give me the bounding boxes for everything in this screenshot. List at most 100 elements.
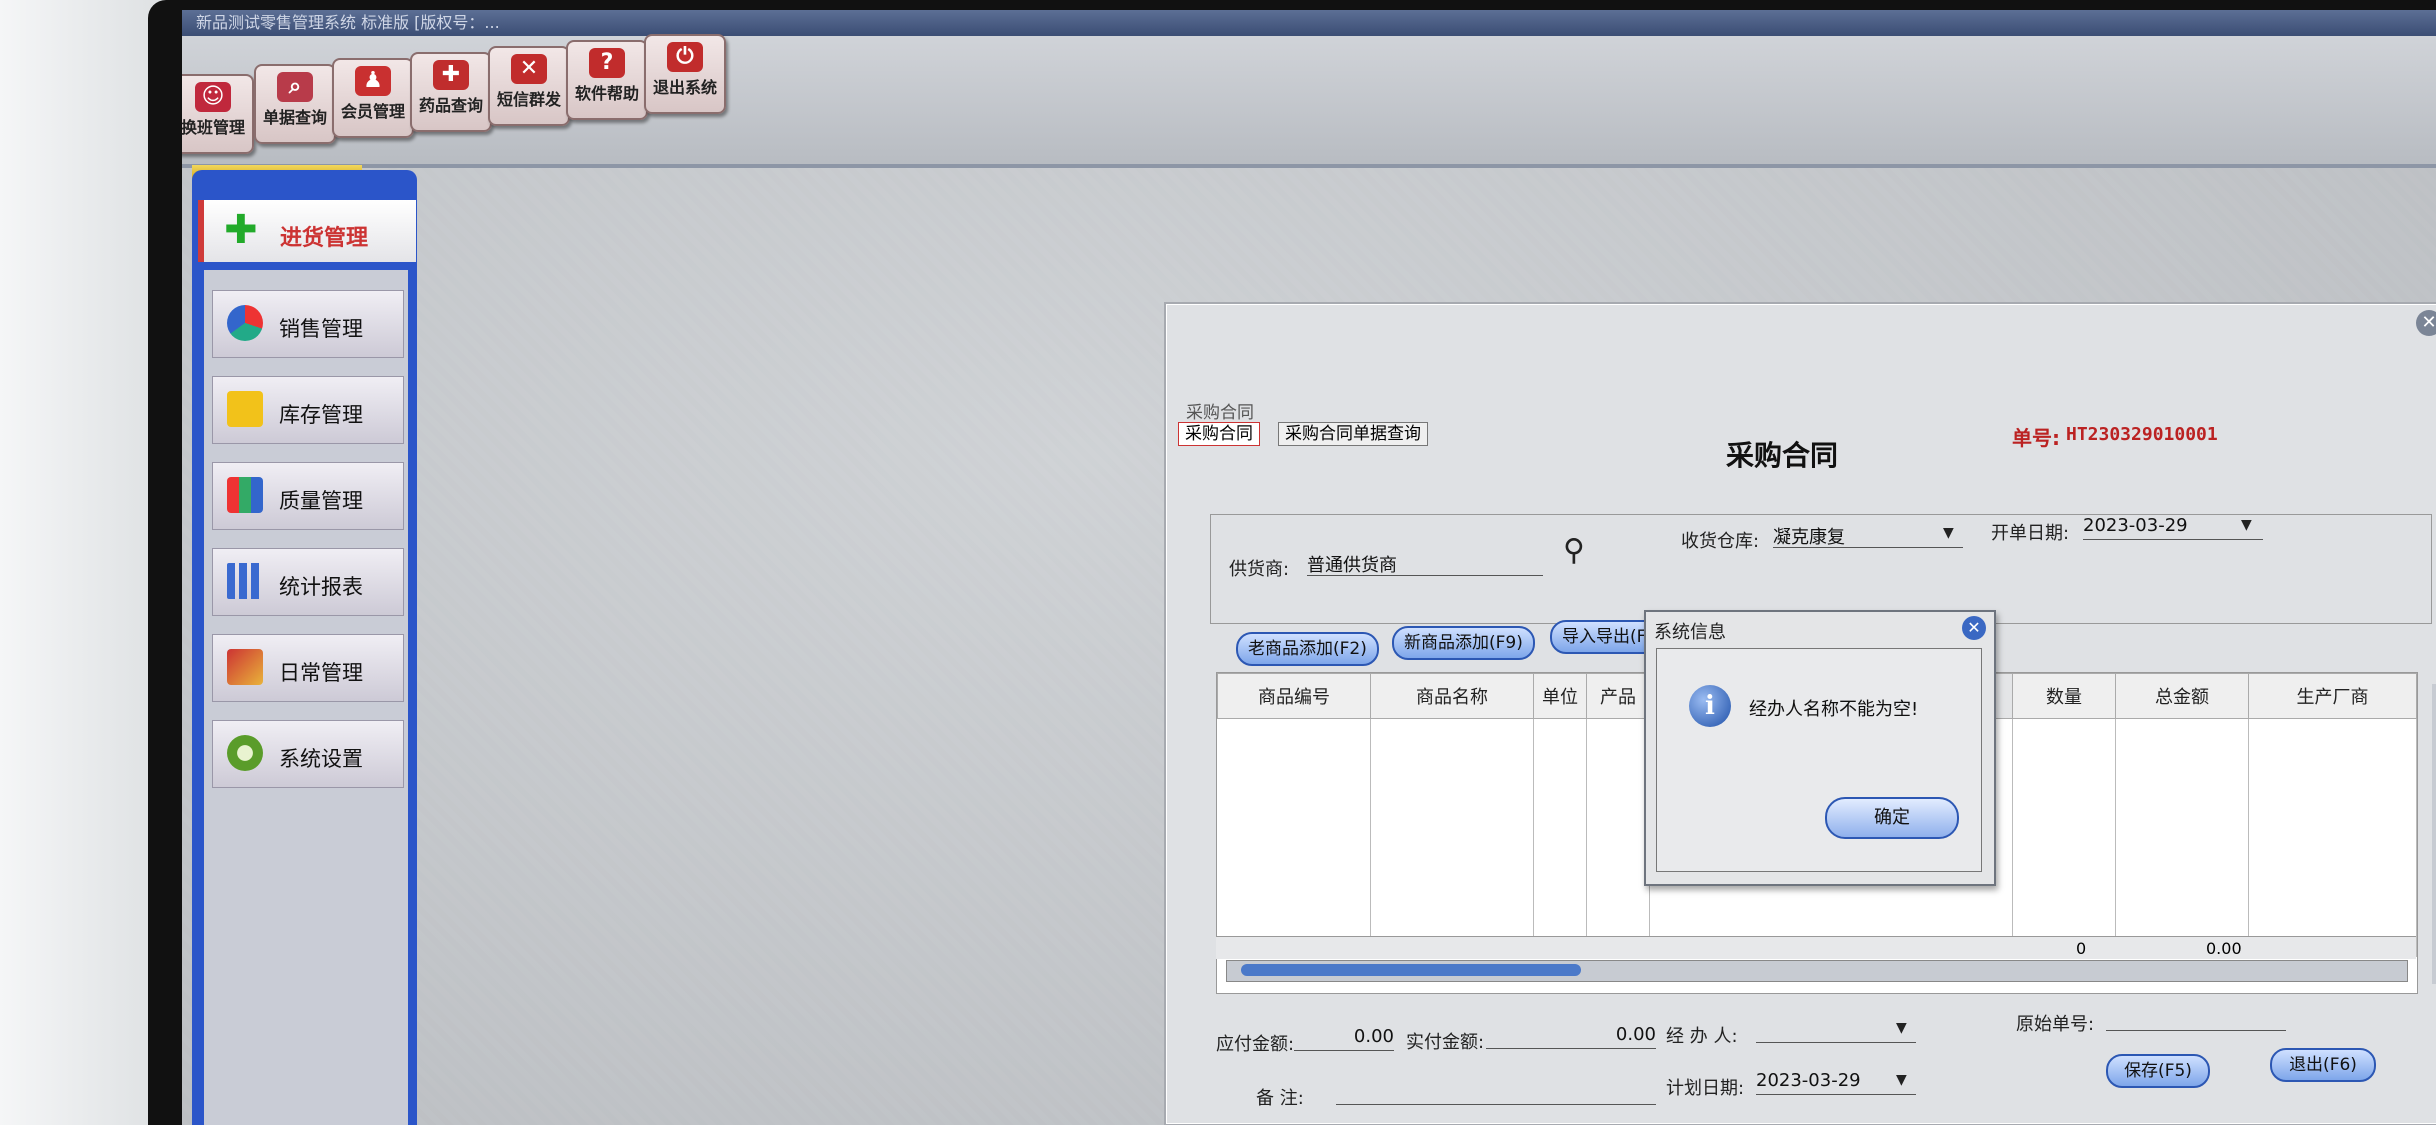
tab-purchase-contract[interactable]: 采购合同 xyxy=(1178,422,1260,446)
tools-icon xyxy=(227,649,263,685)
table-cell[interactable] xyxy=(2115,718,2249,957)
old-item-add-button[interactable]: 老商品添加(F2) xyxy=(1236,632,1379,666)
doc-number: HT230329010001 xyxy=(2066,424,2218,445)
summary-row: 0 0.00 xyxy=(1216,936,2416,959)
column-header[interactable]: 数量 xyxy=(2012,673,2116,719)
dialog-title: 系统信息 xyxy=(1654,622,1726,643)
column-header[interactable]: 单位 xyxy=(1533,673,1587,719)
remark-field[interactable] xyxy=(1336,1080,1656,1105)
window-title: 采购合同 xyxy=(1186,403,1254,423)
sidebar-panel: 销售管理 库存管理 质量管理 统计报表 日常管理 系统设置 xyxy=(204,270,408,1125)
gear-icon xyxy=(227,735,263,771)
main-toolbar: ☺ 换班管理 ⌕ 单据查询 ♟ 会员管理 ✚ 药品查询 ✕ 短信群发 ? 软件帮… xyxy=(182,34,2436,168)
toolbar-medicine-button[interactable]: ✚ 药品查询 xyxy=(410,52,492,132)
supplier-label: 供货商: xyxy=(1229,559,1290,580)
toolbar-button-label: 药品查询 xyxy=(418,96,483,115)
table-cell[interactable] xyxy=(1533,718,1587,957)
warehouse-select[interactable]: 凝克康复 xyxy=(1773,523,1963,548)
ok-button[interactable]: 确定 xyxy=(1825,797,1959,839)
table-cell[interactable] xyxy=(1586,718,1650,957)
toolbar-button-label: 换班管理 xyxy=(182,118,245,137)
horizontal-scrollbar[interactable] xyxy=(1226,960,2408,982)
plus-icon: ✚ xyxy=(224,207,258,253)
system-info-dialog: 系统信息 ✕ i 经办人名称不能为空! 确定 xyxy=(1644,610,1996,886)
toolbar-button-label: 会员管理 xyxy=(340,102,405,121)
cubes-icon xyxy=(227,477,263,513)
tab-contract-query[interactable]: 采购合同单据查询 xyxy=(1278,422,1428,446)
exit-button[interactable]: 退出(F6) xyxy=(2270,1048,2376,1082)
chevron-down-icon[interactable]: ▼ xyxy=(1943,525,1954,541)
pie-chart-icon xyxy=(227,305,263,341)
paid-field[interactable]: 0.00 xyxy=(1486,1024,1656,1049)
sidebar-item-reports[interactable]: 统计报表 xyxy=(212,548,404,616)
scrollbar-thumb[interactable] xyxy=(1241,964,1581,976)
save-button[interactable]: 保存(F5) xyxy=(2106,1054,2210,1088)
close-icon[interactable]: ✕ xyxy=(1962,616,1986,640)
chevron-down-icon[interactable]: ▼ xyxy=(1896,1020,1907,1036)
toolbar-doc-query-button[interactable]: ⌕ 单据查询 xyxy=(254,64,336,144)
doc-number-label: 单号: xyxy=(2012,426,2060,450)
toolbar-shift-button[interactable]: ☺ 换班管理 xyxy=(182,74,254,154)
orig-no-label: 原始单号: xyxy=(2016,1014,2095,1035)
close-icon[interactable]: ✕ xyxy=(2416,310,2436,336)
app-screen: 新品测试零售管理系统 标准版 [版权号：... ☺ 换班管理 ⌕ 单据查询 ♟ … xyxy=(182,10,2436,1125)
sidebar-item-label: 质量管理 xyxy=(279,489,363,513)
sidebar-item-label: 库存管理 xyxy=(279,403,363,427)
sidebar-item-label: 日常管理 xyxy=(279,661,363,685)
chevron-down-icon[interactable]: ▼ xyxy=(2241,517,2252,533)
help-icon: ? xyxy=(589,48,625,78)
search-doc-icon: ⌕ xyxy=(277,72,313,102)
chevron-down-icon[interactable]: ▼ xyxy=(1896,1072,1907,1088)
sidebar-item-purchase[interactable]: ✚ 进货管理 xyxy=(198,200,416,262)
dialog-message: 经办人名称不能为空! xyxy=(1749,699,1919,720)
header-fields-group: 供货商: 普通供货商 ⚲ 收货仓库: 凝克康复 ▼ 开单日期: 2023-03-… xyxy=(1210,514,2432,624)
sidebar-item-label: 统计报表 xyxy=(279,575,363,599)
medicine-icon: ✚ xyxy=(433,60,469,90)
plan-date-field[interactable]: 2023-03-29 xyxy=(1756,1070,1916,1095)
member-icon: ♟ xyxy=(355,66,391,96)
remark-label: 备 注: xyxy=(1256,1088,1304,1109)
new-item-add-button[interactable]: 新商品添加(F9) xyxy=(1392,626,1535,660)
orig-no-field[interactable] xyxy=(2106,1006,2286,1031)
paid-label: 实付金额: xyxy=(1406,1032,1485,1053)
toolbar-member-button[interactable]: ♟ 会员管理 xyxy=(332,58,414,138)
toolbar-exit-button[interactable]: ⏻ 退出系统 xyxy=(644,34,726,114)
table-cell[interactable] xyxy=(2248,718,2417,957)
table-cell[interactable] xyxy=(2012,718,2116,957)
toolbar-button-label: 软件帮助 xyxy=(574,84,639,103)
plan-date-label: 计划日期: xyxy=(1666,1078,1745,1099)
app-title: 新品测试零售管理系统 标准版 [版权号：... xyxy=(196,13,500,32)
sum-amount: 0.00 xyxy=(2206,939,2242,958)
table-cell[interactable] xyxy=(1370,718,1534,957)
table-cell[interactable] xyxy=(1217,718,1371,957)
sidebar-item-inventory[interactable]: 库存管理 xyxy=(212,376,404,444)
mail-icon: ✕ xyxy=(511,54,547,84)
toolbar-help-button[interactable]: ? 软件帮助 xyxy=(566,40,648,120)
sidebar-item-sales[interactable]: 销售管理 xyxy=(212,290,404,358)
sidebar-item-settings[interactable]: 系统设置 xyxy=(212,720,404,788)
sidebar-item-label: 进货管理 xyxy=(280,226,369,251)
sidebar-item-quality[interactable]: 质量管理 xyxy=(212,462,404,530)
vertical-scrollbar[interactable] xyxy=(2432,684,2436,984)
search-icon[interactable]: ⚲ xyxy=(1563,533,1585,568)
sum-quantity: 0 xyxy=(2076,939,2087,958)
column-header[interactable]: 商品编号 xyxy=(1217,673,1371,719)
open-date-field[interactable]: 2023-03-29 xyxy=(2083,515,2263,540)
app-titlebar: 新品测试零售管理系统 标准版 [版权号：... xyxy=(182,10,2436,36)
handler-label: 经 办 人: xyxy=(1666,1026,1738,1047)
supplier-field[interactable]: 普通供货商 xyxy=(1307,551,1543,576)
toolbar-button-label: 短信群发 xyxy=(496,90,561,109)
open-date-label: 开单日期: xyxy=(1991,523,2070,544)
warehouse-label: 收货仓库: xyxy=(1681,531,1760,552)
toolbar-button-label: 退出系统 xyxy=(652,78,717,97)
column-header[interactable]: 总金额 xyxy=(2115,673,2249,719)
handler-select[interactable] xyxy=(1756,1018,1916,1043)
payable-label: 应付金额: xyxy=(1216,1034,1295,1055)
payable-field[interactable]: 0.00 xyxy=(1294,1026,1394,1051)
column-header[interactable]: 产品 xyxy=(1586,673,1650,719)
toolbar-sms-button[interactable]: ✕ 短信群发 xyxy=(488,46,570,126)
column-header[interactable]: 生产厂商 xyxy=(2248,673,2417,719)
sidebar-item-daily[interactable]: 日常管理 xyxy=(212,634,404,702)
column-header[interactable]: 商品名称 xyxy=(1370,673,1534,719)
info-icon: i xyxy=(1689,685,1731,727)
